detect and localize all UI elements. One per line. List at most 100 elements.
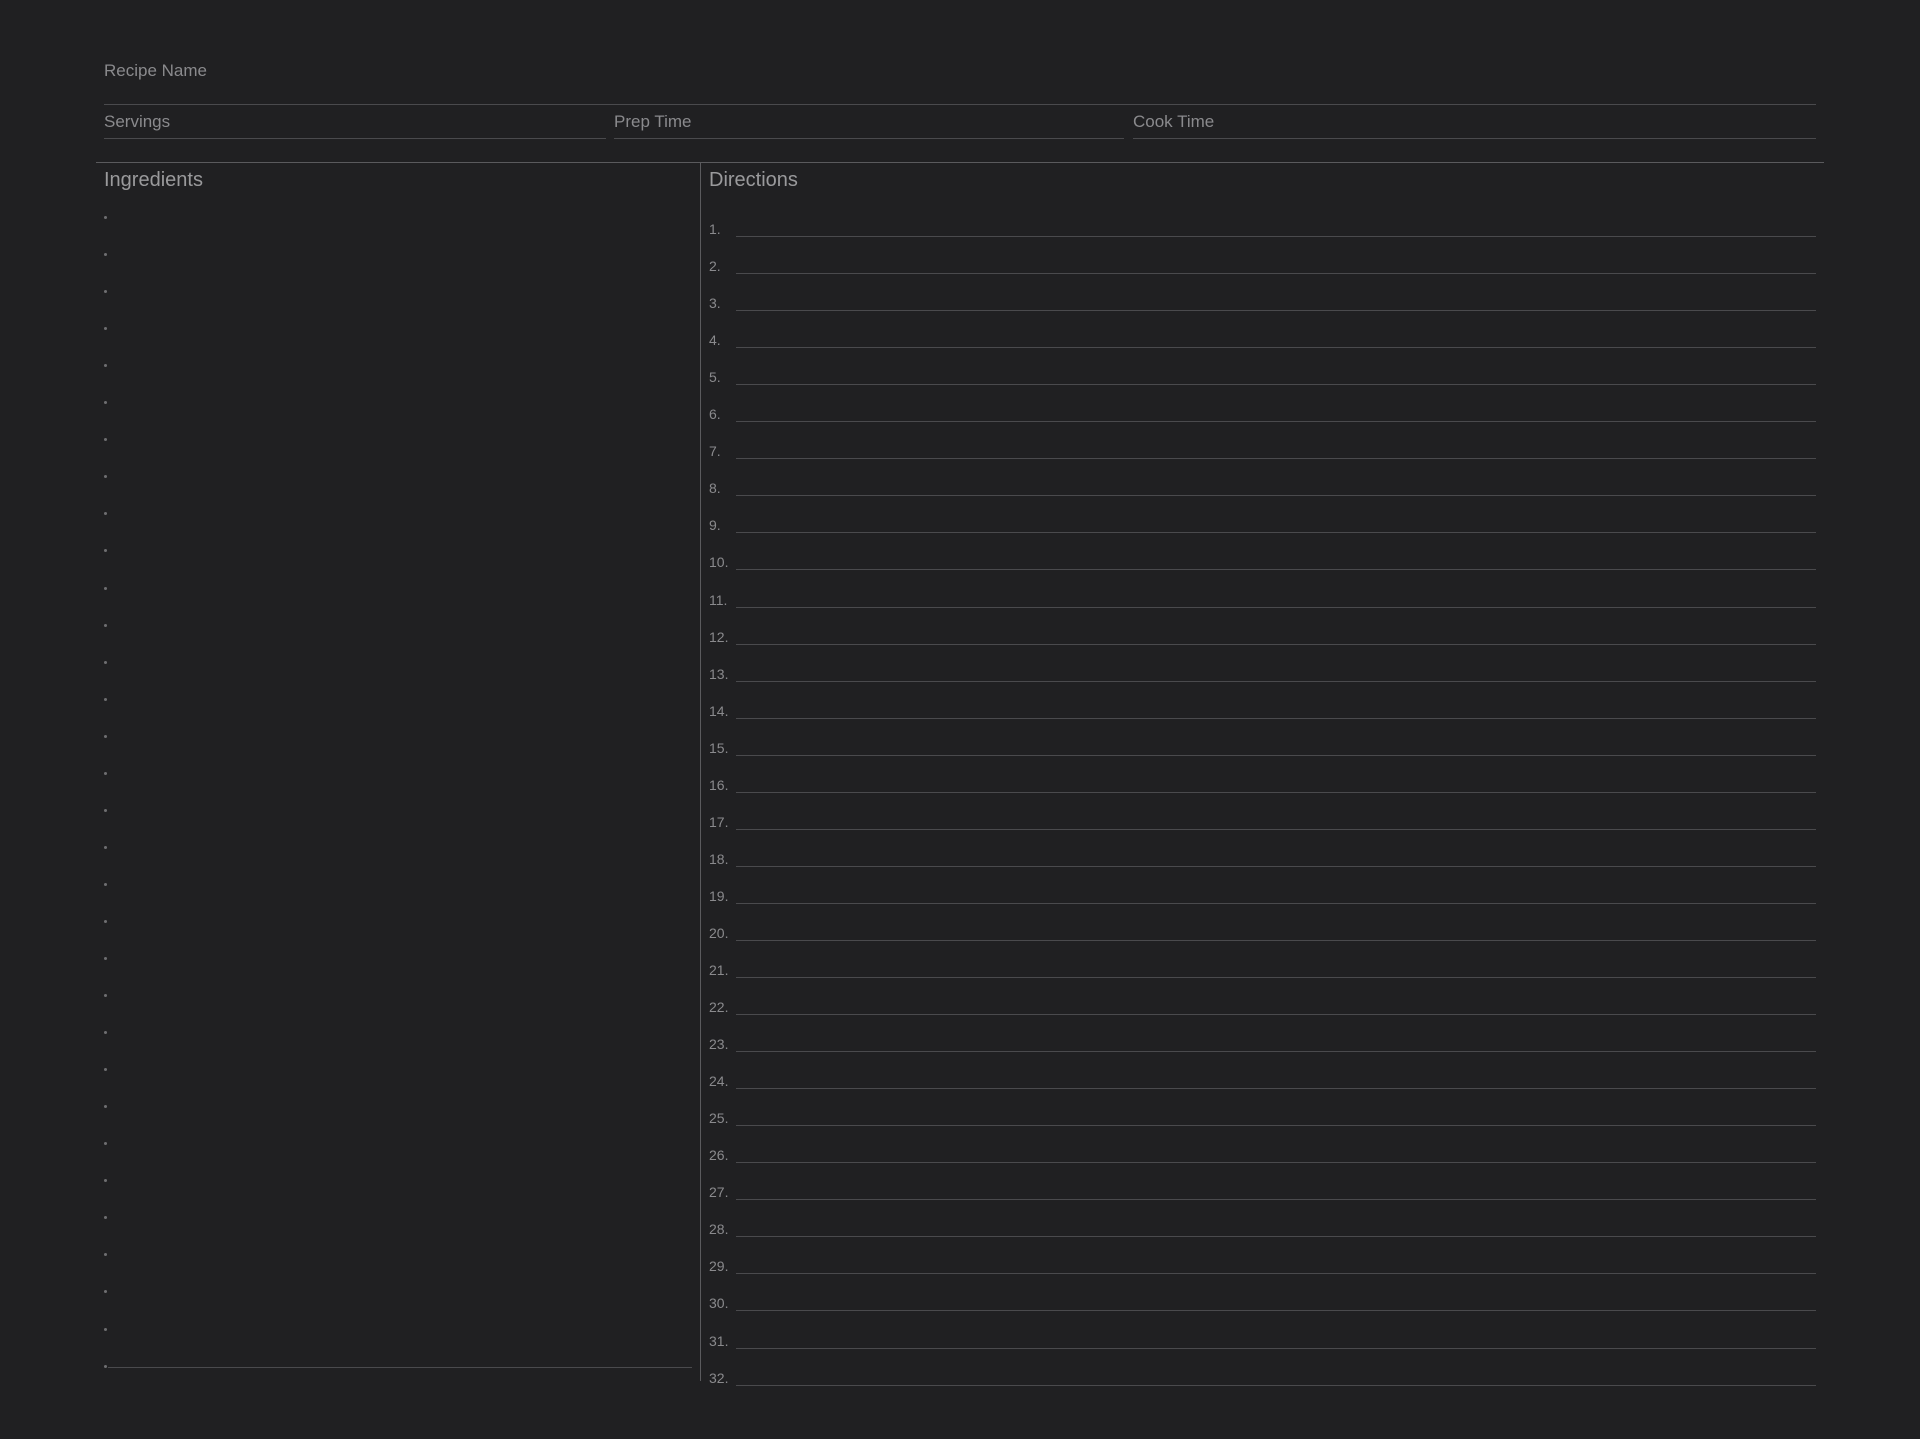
direction-step-underline	[736, 903, 1816, 904]
direction-step-underline	[736, 1125, 1816, 1126]
direction-step-number: 12.	[709, 629, 729, 645]
direction-step-number: 6.	[709, 406, 721, 422]
recipe-name-label: Recipe Name	[104, 61, 207, 80]
ingredient-bullet[interactable]	[104, 549, 107, 552]
direction-step-underline	[736, 644, 1816, 645]
ingredient-bullet[interactable]	[104, 1216, 107, 1219]
direction-step-underline	[736, 1088, 1816, 1089]
ingredient-bullet[interactable]	[104, 994, 107, 997]
direction-step-number: 29.	[709, 1258, 729, 1274]
direction-step-underline	[736, 495, 1816, 496]
direction-step-underline	[736, 977, 1816, 978]
ingredients-title: Ingredients	[104, 169, 203, 191]
direction-step-number: 18.	[709, 851, 729, 867]
ingredient-bullet[interactable]	[104, 290, 107, 293]
direction-step-number: 8.	[709, 480, 721, 496]
direction-step-number: 19.	[709, 888, 729, 904]
ingredient-bullet[interactable]	[104, 1290, 107, 1293]
direction-step-underline	[736, 681, 1816, 682]
ingredient-bullet[interactable]	[104, 364, 107, 367]
ingredient-bullet[interactable]	[104, 661, 107, 664]
ingredient-bullet[interactable]	[104, 624, 107, 627]
direction-step-underline	[736, 718, 1816, 719]
direction-step-underline	[736, 607, 1816, 608]
ingredient-bullet[interactable]	[104, 957, 107, 960]
ingredient-bullet[interactable]	[104, 772, 107, 775]
direction-step-underline	[736, 458, 1816, 459]
direction-step-number: 13.	[709, 666, 729, 682]
direction-step-underline	[736, 1051, 1816, 1052]
direction-step-number: 21.	[709, 962, 729, 978]
ingredient-bullet[interactable]	[104, 809, 107, 812]
cook-time-underline	[1133, 138, 1816, 139]
ingredient-bullet[interactable]	[104, 401, 107, 404]
direction-step-number: 31.	[709, 1333, 729, 1349]
direction-step-underline	[736, 1162, 1816, 1163]
direction-step-underline	[736, 310, 1816, 311]
direction-step-number: 2.	[709, 258, 721, 274]
direction-step-underline	[736, 1385, 1816, 1386]
ingredient-bullet[interactable]	[104, 1253, 107, 1256]
direction-step-number: 1.	[709, 221, 721, 237]
direction-step-number: 15.	[709, 740, 729, 756]
ingredient-bullet[interactable]	[104, 216, 107, 219]
ingredient-bullet[interactable]	[104, 475, 107, 478]
direction-step-underline	[736, 1310, 1816, 1311]
direction-step-underline	[736, 940, 1816, 941]
direction-step-underline	[736, 1199, 1816, 1200]
direction-step-underline	[736, 1014, 1816, 1015]
direction-step-number: 25.	[709, 1110, 729, 1126]
ingredient-bullet[interactable]	[104, 1105, 107, 1108]
direction-step-number: 10.	[709, 554, 729, 570]
direction-step-number: 7.	[709, 443, 721, 459]
ingredient-bullet[interactable]	[104, 698, 107, 701]
direction-step-number: 30.	[709, 1295, 729, 1311]
direction-step-number: 3.	[709, 295, 721, 311]
column-divider	[700, 163, 701, 1381]
direction-step-underline	[736, 829, 1816, 830]
ingredient-bullet[interactable]	[104, 587, 107, 590]
direction-step-number: 17.	[709, 814, 729, 830]
ingredient-bullet[interactable]	[104, 327, 107, 330]
ingredient-underline	[108, 1367, 692, 1368]
ingredient-bullet[interactable]	[104, 512, 107, 515]
ingredient-bullet[interactable]	[104, 1328, 107, 1331]
direction-step-number: 32.	[709, 1370, 729, 1386]
direction-step-underline	[736, 755, 1816, 756]
ingredient-bullet[interactable]	[104, 846, 107, 849]
direction-step-number: 11.	[709, 592, 728, 608]
ingredient-bullet[interactable]	[104, 920, 107, 923]
direction-step-number: 26.	[709, 1147, 729, 1163]
direction-step-number: 24.	[709, 1073, 729, 1089]
ingredient-bullet[interactable]	[104, 1142, 107, 1145]
ingredient-bullet[interactable]	[104, 1179, 107, 1182]
prep-time-underline	[614, 138, 1124, 139]
ingredient-bullet[interactable]	[104, 883, 107, 886]
direction-step-number: 28.	[709, 1221, 729, 1237]
direction-step-underline	[736, 384, 1816, 385]
direction-step-underline	[736, 421, 1816, 422]
ingredient-bullet[interactable]	[104, 1031, 107, 1034]
ingredient-bullet[interactable]	[104, 735, 107, 738]
direction-step-underline	[736, 347, 1816, 348]
direction-step-number: 14.	[709, 703, 729, 719]
ingredient-bullet[interactable]	[104, 1068, 107, 1071]
recipe-name-underline	[104, 104, 1816, 105]
direction-step-number: 4.	[709, 332, 721, 348]
direction-step-underline	[736, 532, 1816, 533]
header-divider	[96, 162, 1824, 163]
servings-label: Servings	[104, 112, 171, 131]
cook-time-label: Cook Time	[1133, 112, 1215, 131]
direction-step-underline	[736, 1273, 1816, 1274]
prep-time-label: Prep Time	[614, 112, 692, 131]
direction-step-underline	[736, 273, 1816, 274]
ingredient-bullet[interactable]	[104, 438, 107, 441]
ingredient-bullet[interactable]	[104, 1365, 107, 1368]
direction-step-underline	[736, 792, 1816, 793]
direction-step-underline	[736, 1348, 1816, 1349]
direction-step-number: 22.	[709, 999, 729, 1015]
direction-step-underline	[736, 236, 1816, 237]
direction-step-underline	[736, 569, 1816, 570]
directions-title: Directions	[709, 169, 798, 191]
ingredient-bullet[interactable]	[104, 253, 107, 256]
